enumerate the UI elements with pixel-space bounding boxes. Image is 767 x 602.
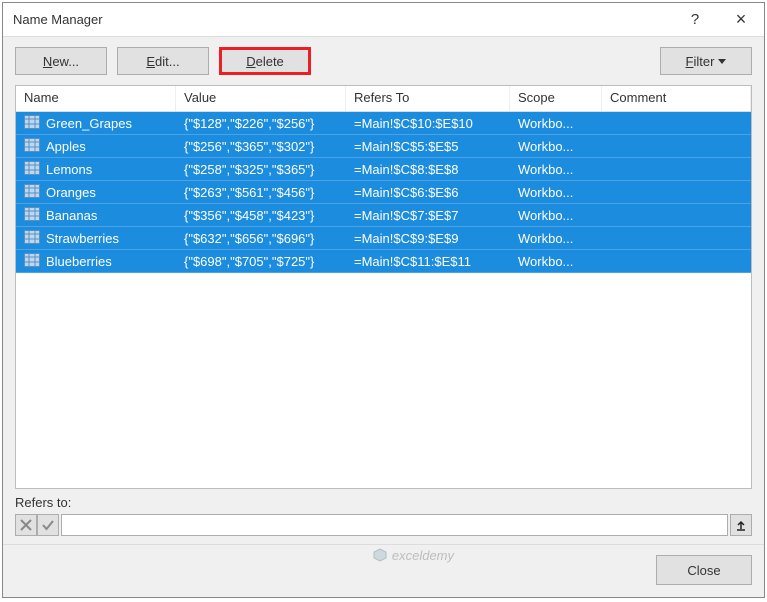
delete-button[interactable]: Delete: [219, 47, 311, 75]
table-row[interactable]: Strawberries {"$632","$656","$696"} =Mai…: [16, 227, 751, 250]
table-icon: [24, 184, 42, 200]
row-comment: [602, 121, 751, 125]
list-header: Name Value Refers To Scope Comment: [16, 86, 751, 112]
row-refers: =Main!$C$9:$E$9: [346, 229, 510, 248]
row-value: {"$263","$561","$456"}: [176, 183, 346, 202]
row-comment: [602, 144, 751, 148]
table-icon: [24, 161, 42, 177]
row-refers: =Main!$C$11:$E$11: [346, 252, 510, 271]
row-scope: Workbo...: [510, 183, 602, 202]
row-refers: =Main!$C$7:$E$7: [346, 206, 510, 225]
row-value: {"$356","$458","$423"}: [176, 206, 346, 225]
col-header-comment[interactable]: Comment: [602, 86, 751, 111]
row-name: Lemons: [46, 162, 92, 177]
chevron-down-icon: [718, 59, 726, 64]
row-name: Oranges: [46, 185, 96, 200]
row-scope: Workbo...: [510, 252, 602, 271]
row-value: {"$128","$226","$256"}: [176, 114, 346, 133]
cancel-edit-button[interactable]: [15, 514, 37, 536]
list-body[interactable]: Green_Grapes {"$128","$226","$256"} =Mai…: [16, 112, 751, 488]
row-scope: Workbo...: [510, 114, 602, 133]
table-row[interactable]: Green_Grapes {"$128","$226","$256"} =Mai…: [16, 112, 751, 135]
row-value: {"$698","$705","$725"}: [176, 252, 346, 271]
table-row[interactable]: Apples {"$256","$365","$302"} =Main!$C$5…: [16, 135, 751, 158]
titlebar: Name Manager ? ×: [3, 3, 764, 37]
table-icon: [24, 230, 42, 246]
edit-button[interactable]: Edit...: [117, 47, 209, 75]
table-icon: [24, 138, 42, 154]
table-icon: [24, 115, 42, 131]
expand-dialog-button[interactable]: [730, 514, 752, 536]
row-scope: Workbo...: [510, 137, 602, 156]
col-header-scope[interactable]: Scope: [510, 86, 602, 111]
filter-button[interactable]: Filter: [660, 47, 752, 75]
row-comment: [602, 259, 751, 263]
close-window-button[interactable]: ×: [718, 3, 764, 37]
row-comment: [602, 167, 751, 171]
row-comment: [602, 190, 751, 194]
table-row[interactable]: Lemons {"$258","$325","$365"} =Main!$C$8…: [16, 158, 751, 181]
collapse-icon: [735, 519, 747, 531]
row-name: Green_Grapes: [46, 116, 132, 131]
row-scope: Workbo...: [510, 229, 602, 248]
x-icon: [20, 519, 32, 531]
name-manager-dialog: Name Manager ? × New... Edit... Delete F…: [2, 2, 765, 598]
refers-to-section: Refers to:: [3, 489, 764, 544]
col-header-refers[interactable]: Refers To: [346, 86, 510, 111]
table-row[interactable]: Bananas {"$356","$458","$423"} =Main!$C$…: [16, 204, 751, 227]
row-name: Strawberries: [46, 231, 119, 246]
row-name: Apples: [46, 139, 86, 154]
row-scope: Workbo...: [510, 160, 602, 179]
row-scope: Workbo...: [510, 206, 602, 225]
confirm-edit-button[interactable]: [37, 514, 59, 536]
col-header-value[interactable]: Value: [176, 86, 346, 111]
row-name: Blueberries: [46, 254, 112, 269]
watermark: exceldemy: [372, 547, 454, 563]
check-icon: [42, 519, 54, 531]
watermark-icon: [372, 547, 388, 563]
row-comment: [602, 236, 751, 240]
watermark-text: exceldemy: [392, 548, 454, 563]
row-refers: =Main!$C$5:$E$5: [346, 137, 510, 156]
row-refers: =Main!$C$8:$E$8: [346, 160, 510, 179]
help-button[interactable]: ?: [672, 3, 718, 37]
row-value: {"$632","$656","$696"}: [176, 229, 346, 248]
table-icon: [24, 253, 42, 269]
row-value: {"$256","$365","$302"}: [176, 137, 346, 156]
names-list: Name Value Refers To Scope Comment Green…: [15, 85, 752, 489]
refers-to-input[interactable]: [61, 514, 728, 536]
row-name: Bananas: [46, 208, 97, 223]
refers-to-label: Refers to:: [15, 495, 752, 514]
row-value: {"$258","$325","$365"}: [176, 160, 346, 179]
row-refers: =Main!$C$10:$E$10: [346, 114, 510, 133]
window-title: Name Manager: [13, 12, 672, 27]
table-icon: [24, 207, 42, 223]
close-button[interactable]: Close: [656, 555, 752, 585]
col-header-name[interactable]: Name: [16, 86, 176, 111]
new-button[interactable]: New...: [15, 47, 107, 75]
row-comment: [602, 213, 751, 217]
table-row[interactable]: Blueberries {"$698","$705","$725"} =Main…: [16, 250, 751, 273]
table-row[interactable]: Oranges {"$263","$561","$456"} =Main!$C$…: [16, 181, 751, 204]
row-refers: =Main!$C$6:$E$6: [346, 183, 510, 202]
toolbar: New... Edit... Delete Filter: [3, 37, 764, 85]
